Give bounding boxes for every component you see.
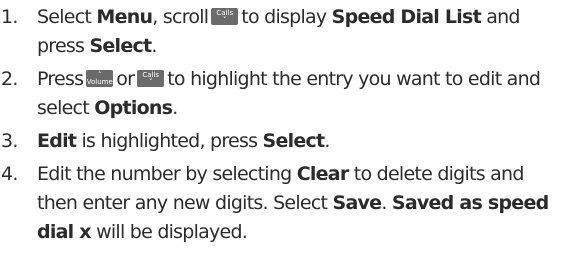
step-text: or	[116, 68, 135, 90]
volume-up-key-icon: ˄ Volume	[86, 70, 114, 87]
step-item: 1. Select Menu, scroll Calls ˅ to display Sp…	[0, 3, 568, 61]
bold-term: Clear	[296, 163, 350, 185]
step-item: 2. Press ˄ Volume or Calls ˅ to highlight the e…	[0, 65, 568, 123]
bold-term: Select	[262, 130, 326, 152]
step-number: 4.	[1, 163, 18, 185]
step-text: will be displayed.	[90, 221, 248, 243]
step-text: Edit the number by selecting	[37, 163, 297, 185]
bold-term: Edit	[37, 130, 77, 152]
step-text: to display	[241, 6, 332, 28]
bold-term: Save	[332, 192, 383, 214]
instruction-steps: 1. Select Menu, scroll Calls ˅ to display Sp…	[0, 3, 568, 251]
calls-down-key-icon: Calls ˅	[137, 70, 165, 87]
bold-term: Menu	[96, 6, 153, 28]
step-text: .	[324, 130, 330, 152]
step-text: .	[381, 192, 392, 214]
chevron-down-icon: ˅	[148, 78, 153, 86]
calls-down-key-icon: Calls ˅	[211, 8, 239, 25]
step-number: 2.	[1, 68, 18, 90]
step-text: .	[151, 35, 157, 57]
step-text: is highlighted, press	[76, 130, 263, 152]
step-item: 3. Edit is highlighted, press Select.	[0, 127, 568, 156]
step-text: Select	[37, 6, 97, 28]
bold-term: Speed Dial List	[331, 6, 482, 28]
step-number: 3.	[1, 130, 18, 152]
step-item: 4. Edit the number by selecting Clear to …	[0, 160, 568, 247]
step-text: .	[172, 97, 178, 119]
step-text: , scroll	[152, 6, 209, 28]
step-number: 1.	[1, 6, 18, 28]
chevron-down-icon: ˅	[223, 16, 227, 24]
bold-term: Options	[94, 97, 173, 119]
bold-term: Select	[89, 35, 152, 57]
key-label: Volume	[86, 78, 113, 86]
step-text: Press	[37, 68, 84, 90]
